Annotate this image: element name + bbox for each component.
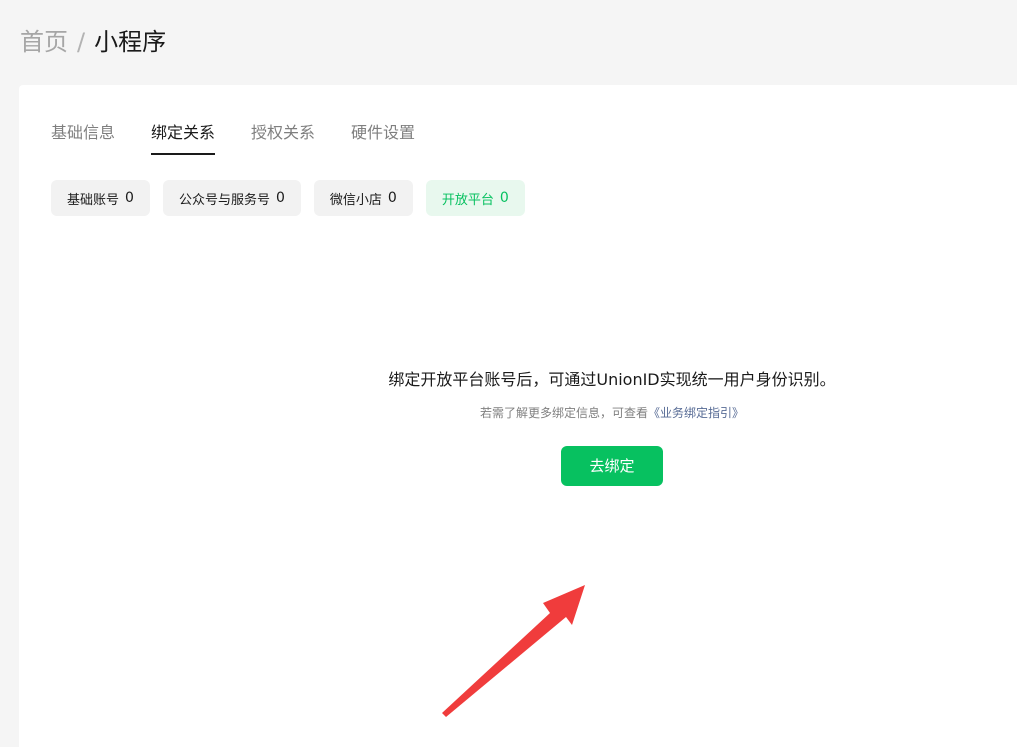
- subtab-label: 开放平台: [441, 192, 494, 208]
- page-title: 小程序: [94, 28, 167, 56]
- binding-subtabs: 基础账号 0 公众号与服务号 0 微信小店 0 开放平台 0: [51, 180, 538, 216]
- subtab-count: 0: [499, 190, 509, 206]
- tab-hardware-settings[interactable]: 硬件设置: [351, 121, 415, 155]
- empty-state: 绑定开放平台账号后，可通过UnionID实现统一用户身份识别。 若需了解更多绑定…: [342, 368, 882, 486]
- main-tabs: 基础信息 绑定关系 授权关系 硬件设置: [51, 121, 451, 155]
- subtab-basic-account[interactable]: 基础账号 0: [51, 180, 150, 216]
- empty-state-hint: 若需了解更多绑定信息，可查看《业务绑定指引》: [342, 404, 882, 422]
- subtab-open-platform[interactable]: 开放平台 0: [425, 180, 525, 216]
- subtab-wechat-shop[interactable]: 微信小店 0: [313, 180, 413, 216]
- subtab-official-account[interactable]: 公众号与服务号 0: [162, 180, 301, 216]
- arrow-shape: [442, 585, 585, 717]
- tab-authorization[interactable]: 授权关系: [251, 121, 315, 155]
- go-bind-button[interactable]: 去绑定: [561, 446, 663, 486]
- hint-text: 若需了解更多绑定信息，可查看: [479, 406, 648, 420]
- page: 首页 / 小程序 基础信息 绑定关系 授权关系 硬件设置 基础账号 0 公众号与…: [0, 0, 1017, 747]
- breadcrumb: 首页 / 小程序: [20, 26, 166, 58]
- subtab-label: 基础账号: [67, 192, 120, 208]
- annotation-arrow-icon: [442, 585, 585, 717]
- breadcrumb-separator: /: [77, 28, 86, 56]
- subtab-count: 0: [125, 190, 134, 206]
- subtab-label: 公众号与服务号: [178, 192, 270, 208]
- subtab-count: 0: [275, 190, 285, 206]
- empty-state-message: 绑定开放平台账号后，可通过UnionID实现统一用户身份识别。: [388, 370, 836, 389]
- breadcrumb-home[interactable]: 首页: [20, 26, 68, 58]
- subtab-count: 0: [387, 190, 397, 206]
- tab-binding[interactable]: 绑定关系: [151, 121, 216, 155]
- binding-guide-link[interactable]: 《业务绑定指引》: [648, 406, 744, 420]
- subtab-label: 微信小店: [329, 192, 382, 208]
- tab-basic-info[interactable]: 基础信息: [51, 121, 115, 155]
